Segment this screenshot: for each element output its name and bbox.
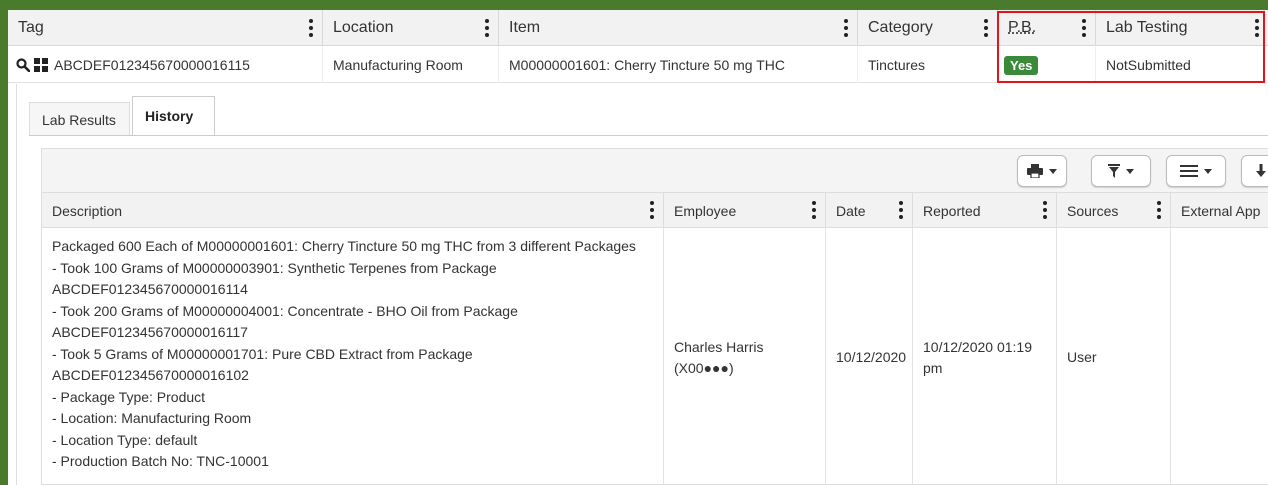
column-header-label: Location <box>333 19 394 36</box>
tab-lab-results[interactable]: Lab Results <box>29 102 130 136</box>
tab-label: Lab Results <box>42 111 116 128</box>
print-icon <box>1027 164 1043 178</box>
tag-value: ABCDEF012345670000016115 <box>54 57 250 73</box>
kebab-icon[interactable] <box>649 201 655 219</box>
description-line: - Took 200 Grams of M00000004001: Concen… <box>52 302 518 319</box>
history-grid-header: Description Employee Date Reported Sourc… <box>42 193 1268 228</box>
tab-label: History <box>145 108 194 124</box>
column-header-lab-testing[interactable]: Lab Testing <box>1096 10 1268 46</box>
column-header-external-app[interactable]: External App <box>1171 193 1268 228</box>
description-line: ABCDEF012345670000016117 <box>52 324 248 340</box>
kebab-icon[interactable] <box>308 19 314 37</box>
description-line: - Production Batch No: TNC-10001 <box>52 453 269 469</box>
column-header-label: Date <box>836 202 866 219</box>
column-header-item[interactable]: Item <box>499 10 858 46</box>
description-line: - Location: Manufacturing Room <box>52 410 252 426</box>
kebab-icon[interactable] <box>1042 201 1048 219</box>
column-header-employee[interactable]: Employee <box>664 193 826 228</box>
column-header-reported[interactable]: Reported <box>913 193 1057 228</box>
filter-icon <box>1108 164 1120 178</box>
package-window: Tag Location Item Category P.B. Lab Test… <box>8 10 1268 485</box>
kebab-icon[interactable] <box>484 19 490 37</box>
employee-name: Charles Harris <box>674 338 764 355</box>
cell-location: Manufacturing Room <box>323 47 499 83</box>
column-header-description[interactable]: Description <box>42 193 664 228</box>
column-header-label: Lab Testing <box>1106 19 1188 36</box>
sources-value: User <box>1067 349 1097 366</box>
kebab-icon[interactable] <box>983 19 989 37</box>
history-toolbar <box>42 149 1268 193</box>
cell-category: Tinctures <box>858 47 998 83</box>
caret-down-icon <box>1049 168 1057 174</box>
tabs-divider <box>29 135 1268 136</box>
employee-id: (X00●●●) <box>674 360 734 376</box>
column-header-category[interactable]: Category <box>858 10 998 46</box>
category-value: Tinctures <box>868 57 926 73</box>
description-line: - Took 5 Grams of M00000001701: Pure CBD… <box>52 345 473 362</box>
search-icon[interactable] <box>16 58 30 72</box>
history-grid: Description Employee Date Reported Sourc… <box>41 148 1268 485</box>
caret-down-icon <box>1126 168 1134 174</box>
kebab-icon[interactable] <box>1081 19 1087 37</box>
cell-date: 10/12/2020 <box>826 228 913 485</box>
description-line: - Location Type: default <box>52 431 198 448</box>
menu-icon <box>1180 165 1198 177</box>
description-line: - Package Type: Product <box>52 388 206 405</box>
caret-down-icon <box>1204 168 1212 174</box>
packages-grid-header: Tag Location Item Category P.B. Lab Test… <box>8 10 1268 46</box>
grid-icon[interactable] <box>34 58 48 72</box>
filter-button[interactable] <box>1091 155 1151 187</box>
cell-external-app <box>1171 228 1268 485</box>
description-line: Packaged 600 Each of M00000001601: Cherr… <box>52 238 636 254</box>
description-line: ABCDEF012345670000016102 <box>52 367 249 383</box>
history-row: Packaged 600 Each of M00000001601: Cherr… <box>42 228 1268 485</box>
cell-pb: Yes <box>998 47 1096 83</box>
lab-testing-value: NotSubmitted <box>1106 57 1191 73</box>
column-header-location[interactable]: Location <box>323 10 499 46</box>
cell-lab-testing: NotSubmitted <box>1096 47 1268 83</box>
cell-sources: User <box>1057 228 1171 485</box>
kebab-icon[interactable] <box>898 201 904 219</box>
download-button[interactable] <box>1241 155 1268 187</box>
column-header-label: P.B. <box>1008 19 1037 36</box>
columns-menu-button[interactable] <box>1166 155 1226 187</box>
column-header-label: Description <box>52 202 123 219</box>
print-button[interactable] <box>1017 155 1067 187</box>
package-row[interactable]: ABCDEF012345670000016115 Manufacturing R… <box>8 47 1268 83</box>
cell-description: Packaged 600 Each of M00000001601: Cherr… <box>42 228 664 485</box>
column-header-sources[interactable]: Sources <box>1057 193 1171 228</box>
description-line: - Took 100 Grams of M00000003901: Synthe… <box>52 259 497 276</box>
cell-item: M00000001601: Cherry Tincture 50 mg THC <box>499 47 858 83</box>
column-header-label: Item <box>509 19 541 36</box>
column-header-label: External App <box>1181 202 1261 219</box>
download-icon <box>1256 164 1266 177</box>
date-value: 10/12/2020 <box>836 349 907 366</box>
cell-reported: 10/12/2020 01:19 pm <box>913 228 1057 485</box>
reported-value: pm <box>923 360 943 376</box>
kebab-icon[interactable] <box>1254 19 1260 37</box>
item-value: M00000001601: Cherry Tincture 50 mg THC <box>509 57 785 73</box>
column-header-label: Sources <box>1067 202 1119 219</box>
description-line: ABCDEF012345670000016114 <box>52 281 248 297</box>
column-header-label: Category <box>868 19 933 36</box>
pb-status-badge: Yes <box>1004 55 1039 75</box>
column-header-label: Tag <box>18 19 44 36</box>
reported-value: 10/12/2020 01:19 <box>923 338 1032 355</box>
kebab-icon[interactable] <box>843 19 849 37</box>
column-header-label: Employee <box>674 202 737 219</box>
cell-employee: Charles Harris (X00●●●) <box>664 228 826 485</box>
location-value: Manufacturing Room <box>333 57 463 73</box>
kebab-icon[interactable] <box>1156 201 1162 219</box>
column-header-date[interactable]: Date <box>826 193 913 228</box>
column-header-label: Reported <box>923 202 981 219</box>
column-header-tag[interactable]: Tag <box>8 10 323 46</box>
package-detail-panel: Lab Results History Description Employee… <box>16 84 1268 485</box>
kebab-icon[interactable] <box>811 201 817 219</box>
column-header-pb[interactable]: P.B. <box>998 10 1096 46</box>
tab-history[interactable]: History <box>132 96 215 136</box>
cell-tag: ABCDEF012345670000016115 <box>8 47 323 83</box>
